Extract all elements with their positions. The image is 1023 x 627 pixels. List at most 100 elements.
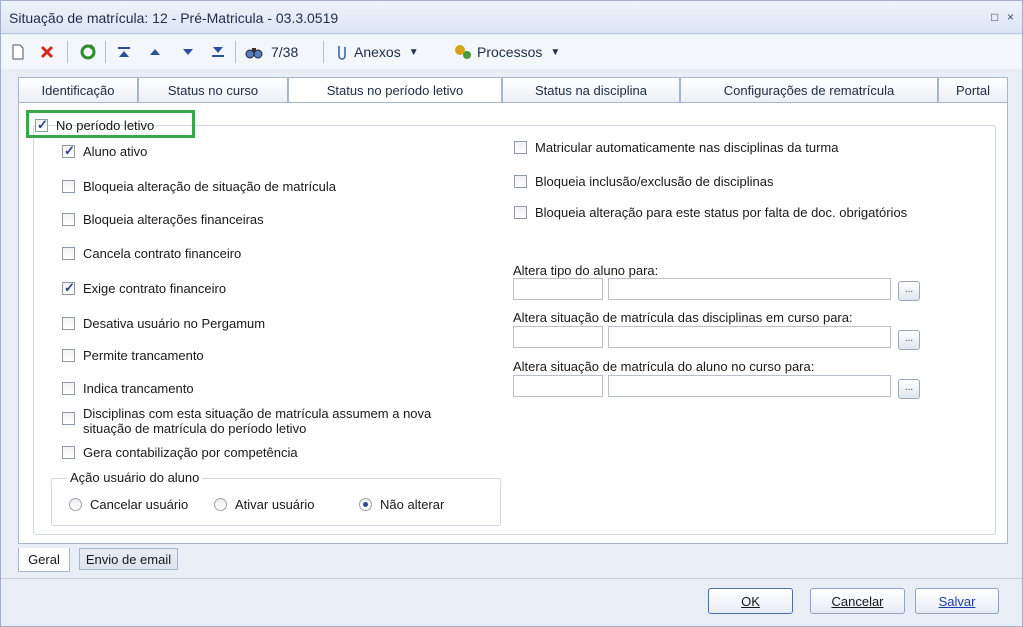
user-action-title: Ação usuário do aluno xyxy=(67,470,203,485)
radio-cancelar-usuario[interactable]: Cancelar usuário xyxy=(69,497,188,512)
matricular-automaticamente-checkbox[interactable]: Matricular automaticamente nas disciplin… xyxy=(514,140,838,155)
chevron-down-icon: ▼ xyxy=(550,46,561,58)
attachments-menu[interactable]: Anexos ▼ xyxy=(334,40,419,64)
checkbox-box xyxy=(62,317,75,330)
checkbox-label: Bloqueia alteração de situação de matríc… xyxy=(83,179,336,194)
bloqueia-financeiras-checkbox[interactable]: Bloqueia alterações financeiras xyxy=(62,212,264,227)
checkbox-box xyxy=(62,446,75,459)
situacao-curso-desc-input[interactable] xyxy=(608,375,891,397)
close-icon[interactable]: × xyxy=(1007,10,1014,24)
gears-icon xyxy=(455,45,471,59)
radio-ativar-usuario[interactable]: Ativar usuário xyxy=(214,497,314,512)
prev-icon[interactable] xyxy=(148,40,162,64)
ok-label: OK xyxy=(741,593,760,609)
refresh-icon[interactable] xyxy=(79,40,97,64)
situacao-disciplinas-desc-input[interactable] xyxy=(608,326,891,348)
radio-label: Ativar usuário xyxy=(235,497,315,512)
delete-icon[interactable] xyxy=(39,40,55,64)
chevron-down-icon: ▼ xyxy=(408,46,419,58)
checkbox-box xyxy=(514,175,527,188)
bloqueia-inclusao-checkbox[interactable]: Bloqueia inclusão/exclusão de disciplina… xyxy=(514,174,773,189)
first-icon[interactable] xyxy=(117,40,131,64)
checkbox-label: Disciplinas com esta situação de matrícu… xyxy=(83,406,431,436)
checkbox-label: Aluno ativo xyxy=(83,144,148,159)
tab-status-curso[interactable]: Status no curso xyxy=(138,77,288,102)
checkbox-label: Bloqueia alteração para este status por … xyxy=(535,205,908,220)
last-icon[interactable] xyxy=(211,40,225,64)
radio-circle xyxy=(214,498,227,511)
indica-trancamento-checkbox[interactable]: Indica trancamento xyxy=(62,381,194,396)
paperclip-icon xyxy=(338,46,346,60)
radio-circle xyxy=(69,498,82,511)
field-label-tipo-aluno: Altera tipo do aluno para: xyxy=(513,263,659,278)
checkbox-label: Matricular automaticamente nas disciplin… xyxy=(535,140,839,155)
tab-panel: No período letivo Aluno ativo Bloqueia a… xyxy=(18,102,1008,544)
tab-configuracoes-rematricula[interactable]: Configurações de rematrícula xyxy=(680,77,938,102)
tab-status-disciplina[interactable]: Status na disciplina xyxy=(502,77,680,102)
processes-menu[interactable]: Processos ▼ xyxy=(453,40,560,64)
checkbox-label: Bloqueia inclusão/exclusão de disciplina… xyxy=(535,174,774,189)
radio-nao-alterar[interactable]: Não alterar xyxy=(359,497,444,512)
new-icon[interactable] xyxy=(11,40,25,64)
situacao-curso-code-input[interactable] xyxy=(513,375,603,397)
toolbar-divider xyxy=(235,41,236,63)
save-label: Salvar xyxy=(938,593,976,609)
permite-trancamento-checkbox[interactable]: Permite trancamento xyxy=(62,348,204,363)
checkbox-box xyxy=(514,206,527,219)
checkbox-box xyxy=(62,412,75,425)
ok-button[interactable]: OK xyxy=(708,588,793,614)
tab-bar: Identificação Status no curso Status no … xyxy=(18,77,1008,103)
checkbox-label: Bloqueia alterações financeiras xyxy=(83,212,264,227)
bloqueia-falta-doc-checkbox[interactable]: Bloqueia alteração para este status por … xyxy=(514,205,907,220)
radio-label: Não alterar xyxy=(380,497,445,512)
toolbar-divider xyxy=(105,41,106,63)
tab-envio-email[interactable]: Envio de email xyxy=(79,548,178,570)
record-position: 7/38 xyxy=(271,44,299,60)
toolbar: 7/38 Anexos ▼ Processos ▼ xyxy=(1,35,1022,69)
attachments-label: Anexos xyxy=(354,44,401,60)
situacao-disciplinas-lookup-button[interactable]: ... xyxy=(898,330,920,350)
tab-identificacao[interactable]: Identificação xyxy=(18,77,138,102)
save-button[interactable]: Salvar xyxy=(915,588,999,614)
dialog-window: Situação de matrícula: 12 - Pré-Matricul… xyxy=(0,0,1023,627)
situacao-disciplinas-code-input[interactable] xyxy=(513,326,603,348)
maximize-icon[interactable]: □ xyxy=(991,10,998,24)
processes-label: Processos xyxy=(477,44,543,60)
checkbox-box xyxy=(62,180,75,193)
checkbox-box xyxy=(62,213,75,226)
tab-status-periodo-letivo[interactable]: Status no período letivo xyxy=(288,77,502,103)
find-icon[interactable] xyxy=(245,40,263,64)
tab-portal[interactable]: Portal xyxy=(938,77,1008,102)
cancel-label: Cancelar xyxy=(831,593,884,609)
desativa-pergamum-checkbox[interactable]: Desativa usuário no Pergamum xyxy=(62,316,265,331)
toolbar-divider xyxy=(323,41,324,63)
title-bar: Situação de matrícula: 12 - Pré-Matricul… xyxy=(1,1,1022,34)
tipo-aluno-desc-input[interactable] xyxy=(608,278,891,300)
tipo-aluno-lookup-button[interactable]: ... xyxy=(898,281,920,301)
radio-circle xyxy=(359,498,372,511)
situacao-curso-lookup-button[interactable]: ... xyxy=(898,379,920,399)
field-label-situacao-curso: Altera situação de matrícula do aluno no… xyxy=(513,359,815,374)
exige-contrato-checkbox[interactable]: Exige contrato financeiro xyxy=(62,280,227,296)
checkbox-label: Gera contabilização por competência xyxy=(83,445,298,460)
tab-geral[interactable]: Geral xyxy=(18,548,70,572)
checkbox-label: Desativa usuário no Pergamum xyxy=(83,316,266,331)
disciplinas-assumem-checkbox[interactable]: Disciplinas com esta situação de matrícu… xyxy=(62,406,431,436)
radio-label: Cancelar usuário xyxy=(90,497,189,512)
checkbox-box xyxy=(62,247,75,260)
checkbox-label-line2: situação de matrícula do período letivo xyxy=(83,421,307,436)
aluno-ativo-checkbox[interactable]: Aluno ativo xyxy=(62,143,148,159)
toolbar-divider xyxy=(67,41,68,63)
bloqueia-situacao-checkbox[interactable]: Bloqueia alteração de situação de matríc… xyxy=(62,179,336,194)
next-icon[interactable] xyxy=(181,40,195,64)
window-title: Situação de matrícula: 12 - Pré-Matricul… xyxy=(9,10,339,26)
gera-contabilizacao-checkbox[interactable]: Gera contabilização por competência xyxy=(62,445,298,460)
field-label-situacao-disciplinas: Altera situação de matrícula das discipl… xyxy=(513,310,853,325)
checkbox-box xyxy=(62,349,75,362)
cancel-button[interactable]: Cancelar xyxy=(810,588,905,614)
tipo-aluno-code-input[interactable] xyxy=(513,278,603,300)
checkbox-label: Exige contrato financeiro xyxy=(83,281,227,296)
cancela-contrato-checkbox[interactable]: Cancela contrato financeiro xyxy=(62,246,241,261)
footer-divider xyxy=(1,578,1022,579)
checkbox-box xyxy=(62,143,75,158)
